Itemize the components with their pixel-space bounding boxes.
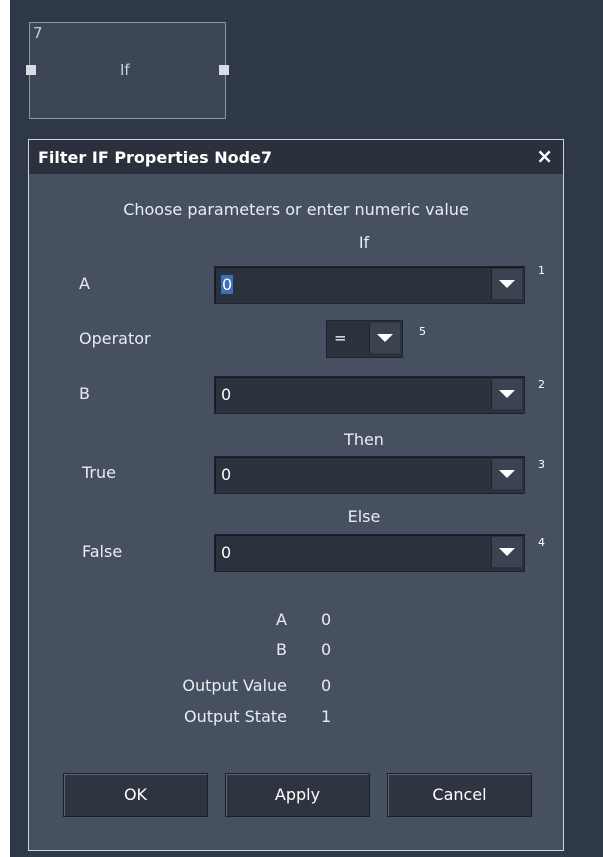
dialog-title: Filter IF Properties Node7 <box>38 148 273 167</box>
field-a-label: A <box>79 274 90 293</box>
operator-label: Operator <box>79 329 151 348</box>
summary-a-value: 0 <box>321 610 332 629</box>
field-false-combo[interactable]: 0 <box>214 534 525 572</box>
chevron-down-icon <box>377 334 393 342</box>
field-b-value[interactable]: 0 <box>221 385 231 404</box>
cancel-button[interactable]: Cancel <box>387 773 532 817</box>
field-a-combo[interactable]: 0 <box>214 266 525 304</box>
field-false-dropdown-button[interactable] <box>491 537 522 567</box>
chevron-down-icon <box>499 470 515 478</box>
field-b-label: B <box>79 384 90 403</box>
field-true-combo[interactable]: 0 <box>214 456 525 494</box>
field-a-dropdown-button[interactable] <box>491 269 522 299</box>
summary-output-state-label: Output State <box>183 707 287 726</box>
node-id: 7 <box>33 24 43 42</box>
field-b-index: 2 <box>538 378 545 391</box>
field-a-index: 1 <box>538 264 545 277</box>
field-true-value[interactable]: 0 <box>221 465 231 484</box>
section-if-label: If <box>358 233 370 252</box>
chevron-down-icon <box>499 390 515 398</box>
field-true-dropdown-button[interactable] <box>491 459 522 489</box>
section-else-label: Else <box>347 507 381 526</box>
node-input-port[interactable] <box>26 65 36 75</box>
operator-value: = <box>334 329 347 347</box>
if-node[interactable]: 7 If <box>26 22 229 119</box>
summary-output-value: 0 <box>321 676 332 695</box>
chevron-down-icon <box>499 548 515 556</box>
field-true-label: True <box>82 463 116 482</box>
summary-output-state: 1 <box>321 707 332 726</box>
summary-b-value: 0 <box>321 640 332 659</box>
summary-b-label: B <box>276 640 287 659</box>
ok-button[interactable]: OK <box>63 773 208 817</box>
summary-a-label: A <box>276 610 287 629</box>
field-b-dropdown-button[interactable] <box>491 379 522 409</box>
summary-output-value-label: Output Value <box>182 676 287 695</box>
instructions-text: Choose parameters or enter numeric value <box>123 200 469 219</box>
apply-button[interactable]: Apply <box>225 773 370 817</box>
close-icon[interactable]: × <box>536 144 553 168</box>
section-then-label: Then <box>344 430 384 449</box>
window-edge <box>0 0 10 857</box>
node-output-port[interactable] <box>219 65 229 75</box>
field-a-value[interactable]: 0 <box>221 275 234 294</box>
operator-combo[interactable]: = <box>326 320 403 358</box>
field-false-index: 4 <box>538 536 545 549</box>
properties-dialog: Filter IF Properties Node7 × Choose para… <box>28 139 564 851</box>
operator-dropdown-button[interactable] <box>369 323 400 353</box>
operator-index: 5 <box>419 325 426 338</box>
chevron-down-icon <box>499 280 515 288</box>
field-false-value[interactable]: 0 <box>221 543 231 562</box>
field-b-combo[interactable]: 0 <box>214 376 525 414</box>
dialog-titlebar[interactable]: Filter IF Properties Node7 × <box>29 140 563 174</box>
field-true-index: 3 <box>538 458 545 471</box>
node-title: If <box>120 61 130 79</box>
field-false-label: False <box>82 542 123 561</box>
